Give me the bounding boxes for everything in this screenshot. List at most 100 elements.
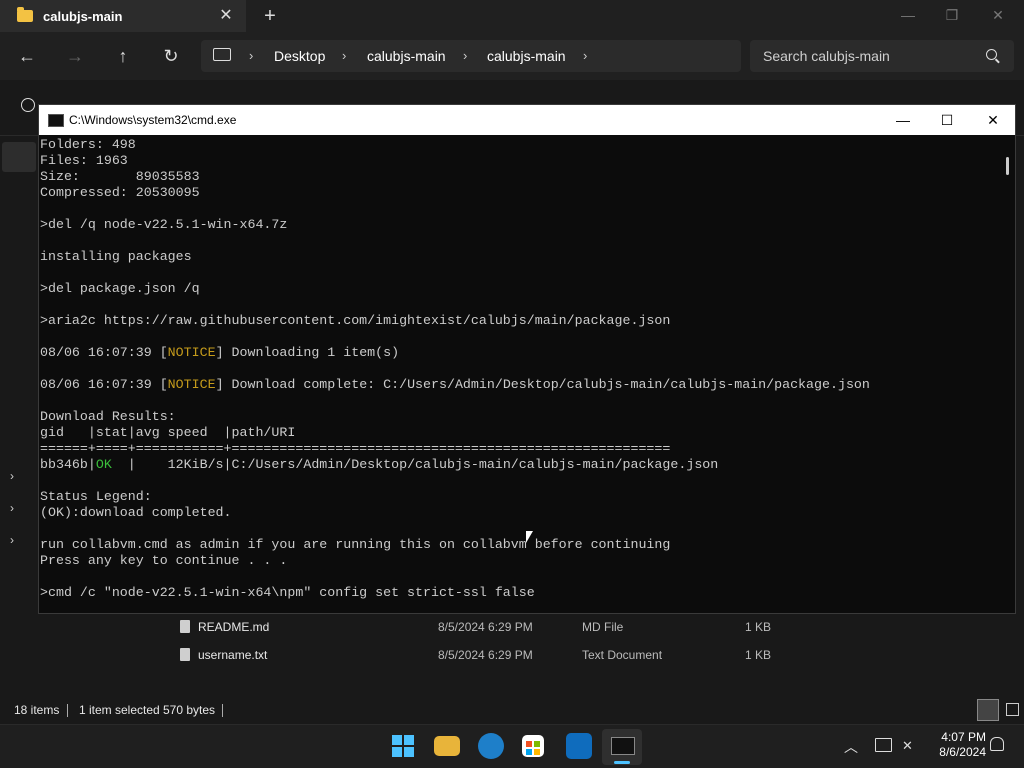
terminal-line: ======+====+===========+================… [40,441,671,456]
explorer-nav-bar: ← → ↑ ↻ › Desktop › calubjs-main › calub… [0,32,1024,80]
file-size: 1 KB [745,620,772,634]
breadcrumb-desktop[interactable]: Desktop [274,40,325,72]
terminal-line: run collabvm.cmd as admin if you are run… [40,537,671,552]
terminal-line: gid |stat|avg speed |path/URI [40,425,296,440]
file-name: README.md [198,620,270,634]
search-placeholder: Search calubjs-main [763,48,890,64]
cmd-taskbar-button[interactable] [602,729,642,765]
new-tab-button[interactable]: + [259,5,281,27]
volume-muted-icon[interactable]: ✕ [902,738,916,753]
file-explorer-icon[interactable] [434,736,460,756]
network-icon[interactable] [875,738,892,752]
expand-chevron-icon[interactable]: › [10,501,24,515]
status-separator [67,704,68,717]
back-arrow-icon[interactable]: ← [14,44,40,68]
cmd-scrollbar[interactable] [999,135,1015,613]
search-box[interactable]: Search calubjs-main [750,40,1014,72]
terminal-line: >del /q node-v22.5.1-win-x64.7z [40,217,288,232]
cmd-close-button[interactable]: ✕ [971,105,1015,135]
expand-chevron-icon[interactable]: › [10,469,24,483]
forward-arrow-icon[interactable]: → [62,44,88,68]
explorer-close-button[interactable]: ✕ [986,4,1010,26]
file-type: Text Document [582,648,663,662]
selection-size: 570 bytes [163,703,216,717]
log-message: ] Downloading 1 item(s) [215,345,400,360]
notification-bell-icon[interactable] [990,737,1004,751]
scrollbar-thumb[interactable] [1006,157,1009,175]
file-icon [180,648,190,661]
file-date: 8/5/2024 6:29 PM [438,648,533,662]
terminal-line: 08/06 16:07:39 [NOTICE] Downloading 1 it… [40,345,399,361]
tiles-view-icon[interactable] [1004,699,1020,719]
cmd-minimize-button[interactable]: — [881,105,925,135]
file-name: username.txt [198,648,268,662]
selection-count: 1 item selected [79,703,160,717]
computer-icon [213,48,231,61]
terminal-line: Compressed: 20530095 [40,185,200,200]
terminal-line: >aria2c https://raw.githubusercontent.co… [40,313,671,328]
terminal-line: Size: 89035583 [40,169,200,184]
item-count: 18 items [14,703,60,717]
terminal-line: (OK):download completed. [40,505,232,520]
breadcrumb-separator: › [463,48,468,63]
cmd-window-title: C:\Windows\system32\cmd.exe [69,113,237,127]
breadcrumb-separator: › [249,48,254,63]
microsoft-store-icon[interactable] [522,735,544,757]
breadcrumb-separator: › [342,48,347,63]
terminal-line: Folders: 498 [40,137,136,152]
cmd-maximize-button[interactable]: ☐ [925,105,969,135]
notice-tag: NOTICE [167,377,216,392]
terminal-line: Press any key to continue . . . [40,553,288,568]
file-icon [180,620,190,633]
navigation-pane: › › › [0,136,38,696]
tray-overflow-chevron-icon[interactable]: ︿ [844,737,858,757]
folder-icon [17,7,33,22]
outlook-icon[interactable] [566,733,592,759]
new-icon[interactable] [21,98,35,112]
terminal-line: bb346b|OK | 12KiB/s|C:/Users/Admin/Deskt… [40,457,718,473]
file-size: 1 KB [745,648,772,662]
explorer-minimize-button[interactable]: — [896,4,920,26]
terminal-output[interactable]: Folders: 498 Files: 1963 Size: 89035583 … [39,135,999,613]
start-windows-icon[interactable] [390,733,416,759]
system-clock[interactable]: 4:07 PM 8/6/2024 [916,730,986,760]
log-timestamp: 08/06 16:07:39 [ [40,377,168,392]
explorer-tab-bar: calubjs-main ✕ + — ❐ ✕ [0,0,1024,32]
result-gid: bb346b| [40,457,96,472]
notice-tag: NOTICE [167,345,216,360]
cmd-window[interactable]: C:\Windows\system32\cmd.exe — ☐ ✕ Folder… [38,104,1016,614]
expand-chevron-icon[interactable]: › [10,533,24,547]
nav-pane-selected-item[interactable] [2,142,36,172]
breadcrumb-calubjs-main-sub[interactable]: calubjs-main [487,40,566,72]
address-bar[interactable]: › Desktop › calubjs-main › calubjs-main … [201,40,741,72]
terminal-icon [48,114,64,127]
terminal-line: installing packages [40,249,192,264]
ok-status: OK [95,457,112,472]
up-arrow-icon[interactable]: ↑ [110,44,136,68]
clock-date: 8/6/2024 [939,745,986,759]
cmd-title-bar[interactable]: C:\Windows\system32\cmd.exe — ☐ ✕ [39,105,1015,135]
explorer-tab[interactable]: calubjs-main [0,0,246,32]
clock-time: 4:07 PM [941,730,986,744]
file-row[interactable]: username.txt 8/5/2024 6:29 PM Text Docum… [172,641,972,669]
breadcrumb-calubjs-main[interactable]: calubjs-main [367,40,446,72]
explorer-restore-button[interactable]: ❐ [940,4,964,26]
terminal-line: Status Legend: [40,489,152,504]
file-date: 8/5/2024 6:29 PM [438,620,533,634]
log-message: ] Download complete: C:/Users/Admin/Desk… [215,377,870,392]
details-view-icon[interactable] [977,699,999,721]
breadcrumb-separator: › [583,48,588,63]
terminal-line: Download Results: [40,409,176,424]
refresh-icon[interactable]: ↻ [158,44,184,68]
tab-close-icon[interactable]: ✕ [216,6,236,26]
log-timestamp: 08/06 16:07:39 [ [40,345,168,360]
terminal-line: 08/06 16:07:39 [NOTICE] Download complet… [40,377,870,393]
file-row[interactable]: README.md 8/5/2024 6:29 PM MD File 1 KB [172,613,972,641]
explorer-tab-label: calubjs-main [43,8,123,24]
search-icon[interactable] [986,49,997,60]
result-detail: | 12KiB/s|C:/Users/Admin/Desktop/calubjs… [111,457,719,472]
edge-browser-icon[interactable] [478,733,504,759]
mouse-cursor-icon [526,531,533,543]
file-type: MD File [582,620,624,634]
status-bar: 18 items 1 item selected 570 bytes [0,696,1024,724]
